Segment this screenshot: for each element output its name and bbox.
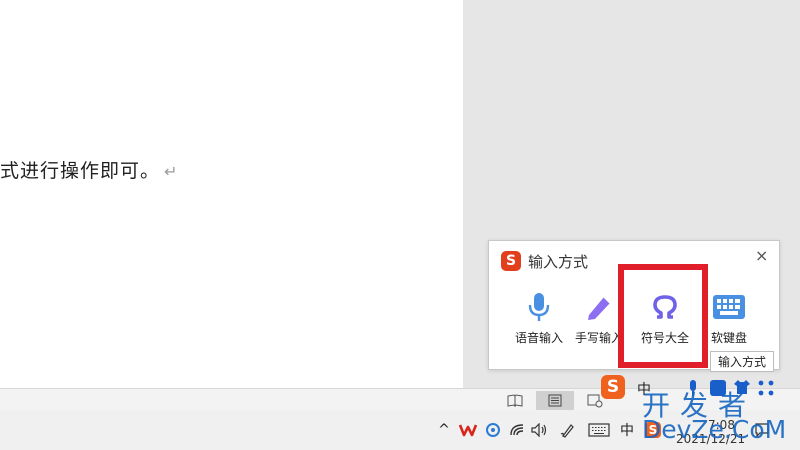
close-button[interactable]: × bbox=[755, 246, 768, 265]
highlight-annotation bbox=[618, 264, 708, 368]
document-page[interactable]: 式进行操作即可。 ↵ bbox=[0, 0, 463, 388]
pen-tray-icon[interactable] bbox=[558, 420, 578, 440]
sogou-logo-icon: S bbox=[501, 251, 521, 271]
tooltip: 输入方式 bbox=[710, 351, 774, 372]
voice-input-label: 语音输入 bbox=[514, 331, 563, 345]
page-icon bbox=[548, 394, 562, 407]
keyboard-icon bbox=[588, 423, 610, 437]
panel-title: 输入方式 bbox=[528, 253, 589, 271]
voice-input-button[interactable]: 语音输入 bbox=[508, 285, 570, 355]
sync-tray-icon[interactable] bbox=[484, 420, 502, 440]
site-watermark: 开发者 DevZe.CoM bbox=[642, 384, 798, 450]
page-view-button[interactable] bbox=[536, 391, 574, 410]
touch-keyboard-tray-icon[interactable] bbox=[586, 420, 612, 440]
pen-icon bbox=[588, 296, 611, 320]
keyboard-icon bbox=[713, 295, 745, 319]
book-icon bbox=[507, 394, 523, 407]
reading-view-button[interactable] bbox=[496, 391, 534, 410]
ime-language-indicator[interactable]: 中 bbox=[618, 420, 636, 440]
sync-icon bbox=[486, 423, 500, 437]
wps-icon bbox=[459, 424, 477, 437]
microphone-icon bbox=[528, 293, 550, 321]
wifi-tray-icon[interactable] bbox=[508, 420, 526, 440]
wifi-icon bbox=[510, 424, 524, 436]
chevron-up-icon: ^ bbox=[438, 422, 450, 438]
watermark-line-2: DevZe.CoM bbox=[642, 415, 787, 444]
document-paragraph[interactable]: 式进行操作即可。 ↵ bbox=[0, 156, 178, 183]
volume-icon bbox=[531, 423, 547, 437]
pen-icon bbox=[560, 424, 574, 438]
sogou-toolbar-logo[interactable]: S bbox=[601, 375, 625, 399]
volume-tray-icon[interactable] bbox=[530, 420, 550, 440]
paragraph-mark-icon: ↵ bbox=[164, 162, 179, 181]
wps-tray-icon[interactable] bbox=[458, 420, 478, 440]
document-text: 式进行操作即可。 bbox=[0, 160, 161, 182]
show-hidden-icons-button[interactable]: ^ bbox=[436, 420, 452, 440]
